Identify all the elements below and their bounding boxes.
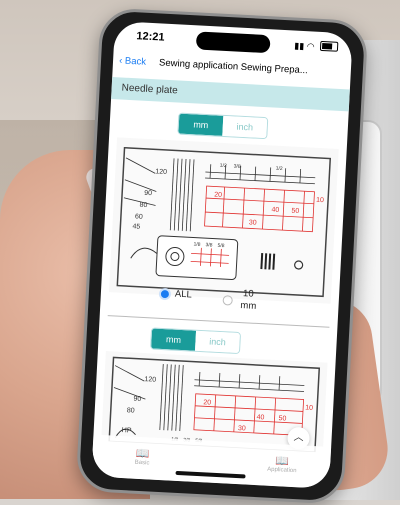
nav-title: Sewing application Sewing Prepa... <box>158 57 309 77</box>
back-button[interactable]: ‹ Back <box>119 55 146 67</box>
dynamic-island <box>195 31 271 54</box>
top-fraction: 3/8 <box>234 163 241 169</box>
mark-80: 80 <box>139 202 147 209</box>
mark-120: 120 <box>155 168 167 176</box>
red-mark-50: 50 <box>278 415 286 422</box>
wifi-icon: ◠ <box>306 41 315 52</box>
red-mark-40: 40 <box>271 207 279 214</box>
red-mark-40: 40 <box>256 414 264 421</box>
mark-60: 60 <box>135 213 143 220</box>
chevron-up-icon: ︿ <box>293 432 304 444</box>
unit-toggle-bottom: mm inch <box>150 327 242 355</box>
toggle-mm-bottom[interactable]: mm <box>151 328 197 351</box>
battery-icon <box>319 40 339 52</box>
phone-screen: 12:21 ▮▮ ◠ ‹ Back Sewing application Sew… <box>91 21 353 489</box>
red-mark-50: 50 <box>291 208 299 215</box>
section-title: Needle plate <box>121 82 179 97</box>
radio-all-label: ALL <box>174 288 193 301</box>
unit-toggle-top: mm inch <box>177 112 269 140</box>
red-mark-20: 20 <box>203 399 211 406</box>
top-fraction: 1/2 <box>275 166 282 172</box>
small-mark: 5/8 <box>217 243 224 249</box>
red-mark-30: 30 <box>249 219 257 226</box>
radio-ten-label: 10 <box>242 288 254 300</box>
tab-application[interactable]: 📖 Application <box>252 453 313 475</box>
radio-ten-mm[interactable] <box>222 295 233 306</box>
mark-90: 90 <box>133 396 141 403</box>
status-time: 12:21 <box>136 30 165 44</box>
toggle-inch-bottom[interactable]: inch <box>195 330 240 354</box>
radio-mm-label: mm <box>240 300 257 312</box>
red-mark-20: 20 <box>214 192 222 199</box>
mark-45: 45 <box>132 223 140 230</box>
back-label: Back <box>124 55 147 68</box>
small-mark: 3/8 <box>205 242 212 248</box>
status-icons: ▮▮ ◠ <box>294 39 339 54</box>
red-mark-10: 10 <box>305 405 313 412</box>
needle-plate-diagram-top: 120 90 80 60 45 20 40 50 10 30 1/2 3/8 1… <box>108 137 339 304</box>
small-mark: 1/8 <box>193 242 200 248</box>
top-fraction: 1/2 <box>220 163 227 169</box>
mark-90: 90 <box>144 190 152 197</box>
red-mark-10: 10 <box>316 197 324 204</box>
mark-80: 80 <box>127 407 135 414</box>
toggle-mm-top[interactable]: mm <box>178 113 224 136</box>
signal-icon: ▮▮ <box>294 40 305 52</box>
toggle-inch-top[interactable]: inch <box>222 115 268 139</box>
radio-all[interactable] <box>160 289 170 299</box>
tab-basic[interactable]: 📖 Basic <box>112 446 173 468</box>
phone: 12:21 ▮▮ ◠ ‹ Back Sewing application Sew… <box>75 7 369 505</box>
mark-120: 120 <box>144 376 156 384</box>
needle-plate-svg-top: 120 90 80 60 45 20 40 50 10 30 1/2 3/8 1… <box>116 146 332 298</box>
chevron-left-icon: ‹ <box>118 55 123 67</box>
red-mark-30: 30 <box>238 425 246 432</box>
home-indicator <box>175 470 246 479</box>
